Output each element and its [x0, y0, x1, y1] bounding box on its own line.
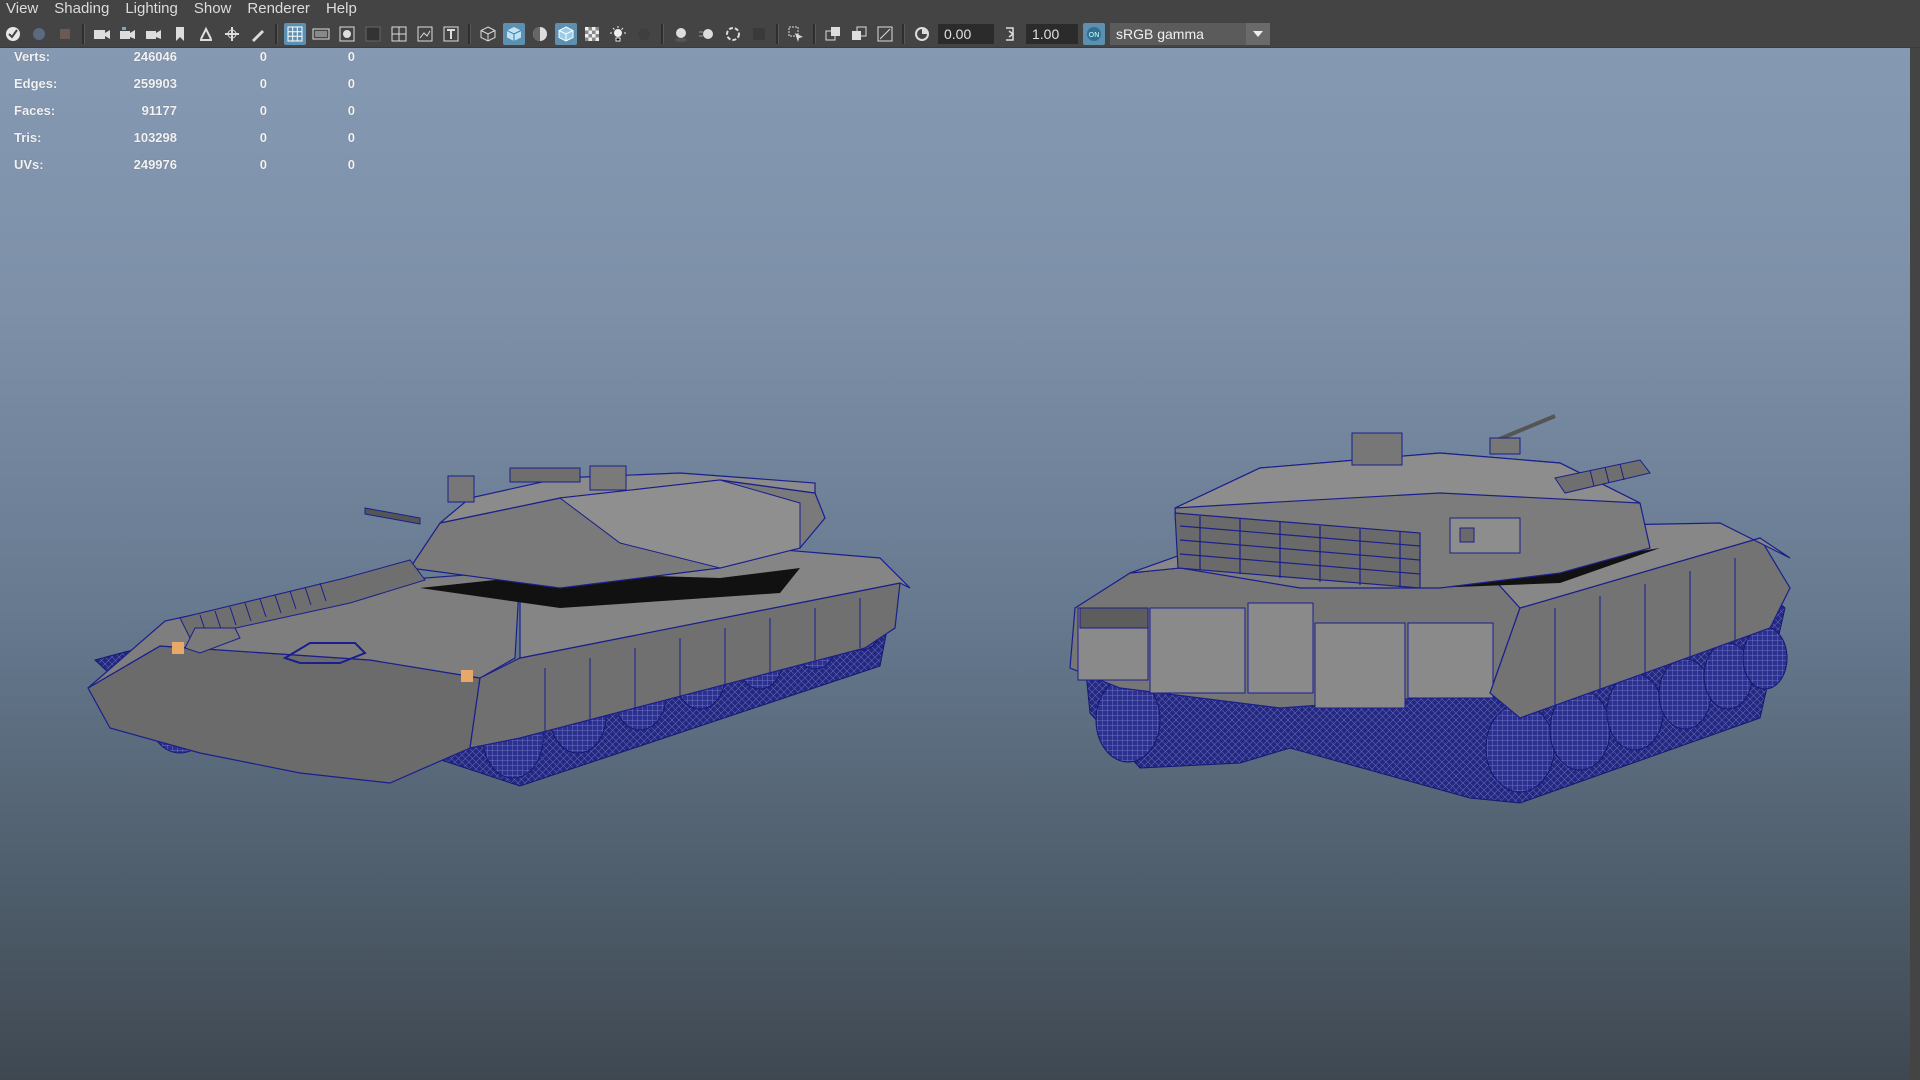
- default-material-icon[interactable]: [529, 23, 551, 45]
- menu-show[interactable]: Show: [188, 0, 242, 20]
- use-all-lights-icon[interactable]: [607, 23, 629, 45]
- wireframe-on-shaded-icon[interactable]: [555, 22, 577, 45]
- gamma-field[interactable]: 1.00: [1026, 23, 1078, 44]
- exposure-field[interactable]: 0.00: [938, 23, 994, 44]
- field-chart-icon[interactable]: [388, 23, 410, 45]
- wireframe-icon[interactable]: [477, 23, 499, 45]
- viewport-3d[interactable]: Verts: 246046 0 0 Edges: 259903 0 0 Face…: [0, 48, 1910, 1080]
- panel-toolbar: 0.00 1.00 ON sRGB gamma: [0, 20, 1920, 48]
- anti-aliasing-icon[interactable]: [722, 23, 744, 45]
- pan-zoom-icon[interactable]: [221, 23, 243, 45]
- bookmark-icon[interactable]: [54, 23, 76, 45]
- ambient-occlusion-icon[interactable]: [670, 23, 692, 45]
- isolate-select-icon[interactable]: [785, 23, 807, 45]
- 2d-pan-icon[interactable]: [117, 23, 139, 45]
- resolution-gate-icon[interactable]: [336, 23, 358, 45]
- menu-help[interactable]: Help: [320, 0, 367, 20]
- scene-objects: [87, 414, 1791, 804]
- headlight: [461, 670, 473, 682]
- grease-pencil-icon[interactable]: [143, 23, 165, 45]
- tank-model-left[interactable]: [87, 465, 911, 787]
- motion-blur-icon[interactable]: [696, 23, 718, 45]
- safe-title-icon[interactable]: [440, 23, 462, 45]
- smooth-shade-icon[interactable]: [503, 22, 525, 45]
- menu-shading[interactable]: Shading: [48, 0, 119, 20]
- toolbar-separator: [661, 23, 664, 44]
- chevron-down-icon[interactable]: [1246, 22, 1270, 45]
- grid-icon[interactable]: [284, 22, 306, 45]
- shadows-icon[interactable]: [633, 23, 655, 45]
- pencil-icon[interactable]: [247, 23, 269, 45]
- gamma-icon[interactable]: [999, 23, 1021, 45]
- menu-renderer[interactable]: Renderer: [241, 0, 320, 20]
- textured-icon[interactable]: [581, 23, 603, 45]
- headlight: [172, 642, 184, 654]
- toolbar-separator: [776, 23, 779, 44]
- image-plane-icon[interactable]: [91, 23, 113, 45]
- backface-culling-icon[interactable]: [874, 23, 896, 45]
- svg-text:ON: ON: [1089, 31, 1100, 39]
- color-management-icon[interactable]: ON: [1083, 22, 1105, 45]
- color-space-dropdown[interactable]: sRGB gamma: [1110, 22, 1270, 45]
- film-gate-icon[interactable]: [310, 23, 332, 45]
- toolbar-separator: [82, 23, 85, 44]
- menu-view[interactable]: View: [0, 0, 48, 20]
- toolbar-separator: [902, 23, 905, 44]
- toolbar-separator: [813, 23, 816, 44]
- safe-action-icon[interactable]: [414, 23, 436, 45]
- toolbar-separator: [275, 23, 278, 44]
- xray-joints-icon[interactable]: [848, 23, 870, 45]
- menu-bar: View Shading Lighting Show Renderer Help: [0, 0, 1920, 20]
- menu-lighting[interactable]: Lighting: [119, 0, 188, 20]
- exposure-icon[interactable]: [911, 23, 933, 45]
- color-space-value: sRGB gamma: [1116, 25, 1204, 42]
- panel-edge: [1910, 48, 1920, 1080]
- select-camera-icon[interactable]: [2, 23, 24, 45]
- xray-icon[interactable]: [822, 23, 844, 45]
- toolbar-separator: [468, 23, 471, 44]
- tank-model-right[interactable]: [1069, 414, 1791, 804]
- depth-of-field-icon[interactable]: [748, 23, 770, 45]
- camera-attributes-icon[interactable]: [28, 23, 50, 45]
- snap-icon[interactable]: [195, 23, 217, 45]
- bookmark-icon-2[interactable]: [169, 23, 191, 45]
- gate-mask-icon[interactable]: [362, 23, 384, 45]
